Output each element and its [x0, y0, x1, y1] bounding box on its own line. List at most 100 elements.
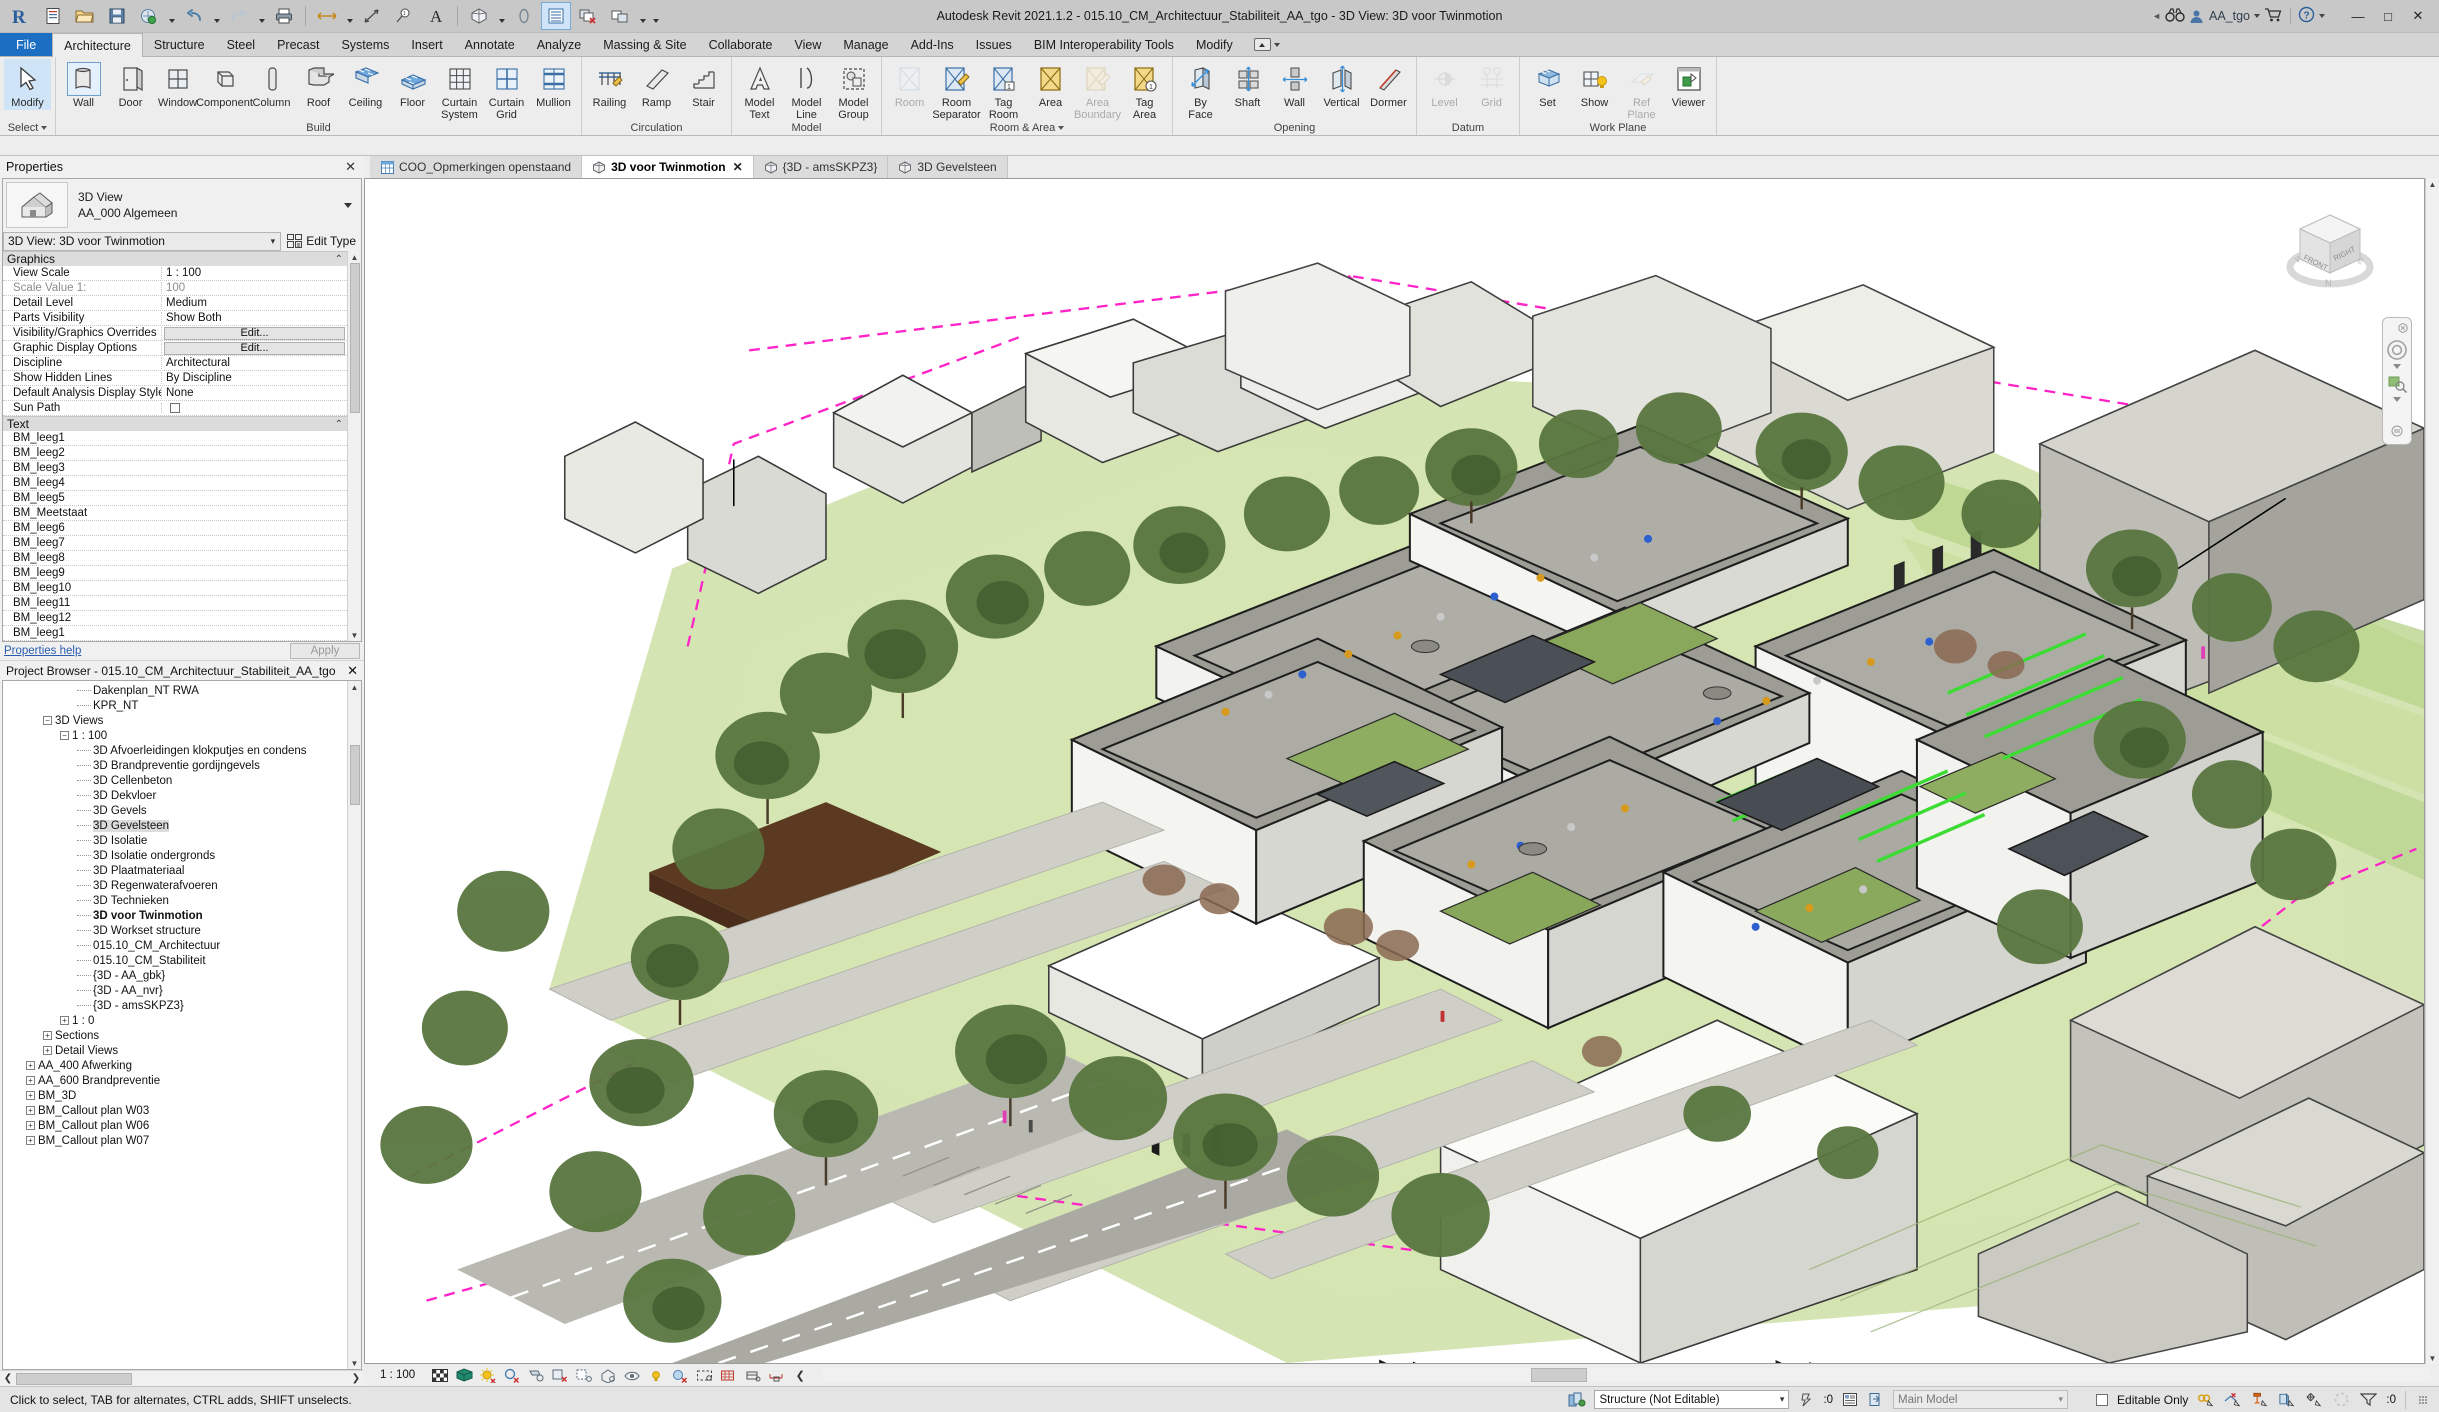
shaft-button[interactable]: Shaft: [1224, 59, 1271, 110]
constraints-visibility-icon[interactable]: [767, 1367, 785, 1383]
view-tab--3d-amsskpz3-[interactable]: {3D - amsSKPZ3}: [753, 156, 889, 178]
switch-windows-icon[interactable]: [605, 2, 635, 30]
view-tab-coo-opmerkingen-openstaand[interactable]: COO_Opmerkingen openstaand: [370, 156, 583, 178]
project-browser-node[interactable]: + BM_Callout plan W06: [3, 1118, 347, 1133]
project-browser-node[interactable]: + Sections: [3, 1028, 347, 1043]
drawing-canvas[interactable]: W E N FRONT RIGHT: [364, 178, 2425, 1364]
ribbon-tab-insert[interactable]: Insert: [400, 33, 453, 56]
close-hidden-windows-icon[interactable]: [573, 2, 603, 30]
door-button[interactable]: Door: [107, 59, 154, 110]
property-row[interactable]: Graphic Display Options Edit...: [3, 341, 347, 356]
3d-model-scene[interactable]: [365, 179, 2424, 1363]
property-row[interactable]: BM_leeg1: [3, 626, 347, 641]
pb-hscroll-track[interactable]: [16, 1372, 348, 1385]
project-browser-node[interactable]: 3D Technieken: [3, 893, 347, 908]
wall-opening-button[interactable]: Wall: [1271, 59, 1318, 110]
text-icon[interactable]: A: [421, 2, 451, 30]
view-scale-label[interactable]: 1 : 100: [380, 1369, 415, 1381]
project-browser-node[interactable]: 3D Plaatmateriaal: [3, 863, 347, 878]
3d-view-dropdown-icon[interactable]: [496, 2, 507, 30]
expand-node-icon[interactable]: +: [43, 1046, 52, 1055]
project-browser-node[interactable]: {3D - amsSKPZ3}: [3, 998, 347, 1013]
property-checkbox[interactable]: [170, 403, 180, 413]
project-browser-node[interactable]: + BM_Callout plan W03: [3, 1103, 347, 1118]
measure-icon[interactable]: [312, 2, 342, 30]
property-row[interactable]: Scale Value 1: 100: [3, 281, 347, 296]
view-tab-close-icon[interactable]: ✕: [733, 160, 743, 174]
property-row[interactable]: Discipline Architectural: [3, 356, 347, 371]
account-dropdown-icon[interactable]: [2254, 14, 2260, 18]
pb-scroll-up-icon[interactable]: ▲: [351, 681, 359, 693]
navbar-close-icon[interactable]: [2398, 322, 2408, 336]
steering-wheel-icon[interactable]: [2385, 338, 2409, 362]
project-browser-tree[interactable]: Dakenplan_NT RWA KPR_NT −3D Views −1 : 100 3…: [3, 681, 347, 1369]
drag-elements-icon[interactable]: [2305, 1392, 2323, 1408]
project-browser-node[interactable]: KPR_NT: [3, 698, 347, 713]
ribbon-tab-strip[interactable]: File Architecture Structure Steel Precast Sys…: [0, 33, 2439, 57]
default-3d-view-icon[interactable]: [464, 2, 494, 30]
constraints-icon[interactable]: [743, 1367, 761, 1383]
editable-only-checkbox[interactable]: [2096, 1393, 2109, 1406]
view-tab-strip[interactable]: COO_Opmerkingen openstaand 3D voor Twinmo…: [364, 156, 2439, 178]
project-browser-node[interactable]: 3D Afvoerleidingen klokputjes en condens: [3, 743, 347, 758]
apply-button[interactable]: Apply: [290, 643, 360, 659]
thin-lines-icon[interactable]: [541, 2, 571, 30]
project-browser-node[interactable]: +1 : 0: [3, 1013, 347, 1028]
ribbon-tab-view[interactable]: View: [784, 33, 833, 56]
pb-scroll-thumb[interactable]: [349, 745, 360, 805]
new-project-icon[interactable]: [38, 2, 68, 30]
type-selector-combobox[interactable]: 3D View: 3D voor Twinmotion ▾: [3, 231, 282, 251]
ribbon-tab-architecture[interactable]: Architecture: [52, 33, 143, 57]
detail-level-icon[interactable]: [431, 1367, 449, 1383]
pb-hscroll-left-icon[interactable]: ❮: [0, 1373, 16, 1384]
project-browser-node[interactable]: + BM_3D: [3, 1088, 347, 1103]
vertical-button[interactable]: Vertical: [1318, 59, 1365, 110]
ramp-button[interactable]: Ramp: [633, 59, 680, 110]
navigation-bar[interactable]: [2382, 317, 2412, 445]
property-value[interactable]: Show Both: [161, 312, 347, 324]
switch-windows-dropdown-icon[interactable]: [637, 2, 648, 30]
project-browser-hscrollbar[interactable]: ❮ ❯: [0, 1370, 364, 1386]
hide-crop-boundaries-icon[interactable]: [695, 1367, 713, 1383]
model-line-button[interactable]: Model Line: [783, 59, 830, 121]
properties-grid[interactable]: Graphics ⌃ View Scale 1 : 100 Scale Value 1:…: [3, 251, 347, 641]
property-row[interactable]: BM_leeg12: [3, 611, 347, 626]
property-row[interactable]: BM_leeg10: [3, 581, 347, 596]
view-cube[interactable]: W E N FRONT RIGHT: [2283, 207, 2378, 302]
project-browser-node[interactable]: −3D Views: [3, 713, 347, 728]
property-row[interactable]: BM_Meetstaat: [3, 506, 347, 521]
scroll-thumb[interactable]: [349, 263, 360, 413]
floor-button[interactable]: Floor: [389, 59, 436, 110]
ribbon-tab-structure[interactable]: Structure: [143, 33, 216, 56]
project-browser-node[interactable]: + BM_Callout plan W07: [3, 1133, 347, 1148]
component-button[interactable]: Component: [196, 59, 253, 110]
ribbon-tab-steel[interactable]: Steel: [216, 33, 267, 56]
panel-dropdown-icon[interactable]: [1058, 126, 1065, 130]
worksets-icon[interactable]: [1568, 1392, 1586, 1408]
property-section-header[interactable]: Graphics ⌃: [3, 251, 347, 266]
undo-dropdown-icon[interactable]: [211, 2, 222, 30]
redo-icon[interactable]: [224, 2, 254, 30]
curtain-system-button[interactable]: Curtain System: [436, 59, 483, 121]
room-separator-button[interactable]: Room Separator: [932, 59, 981, 121]
main-model-selector[interactable]: Main Model ▾: [1893, 1390, 2069, 1409]
property-row[interactable]: Default Analysis Display Style None: [3, 386, 347, 401]
shadows-icon[interactable]: [503, 1367, 521, 1383]
property-row[interactable]: Show Hidden Lines By Discipline: [3, 371, 347, 386]
pb-hscroll-thumb[interactable]: [16, 1372, 132, 1385]
ribbon-panel-strip[interactable]: Modify Select Wall Door Window Component Colum…: [0, 57, 2439, 136]
collapse-node-icon[interactable]: −: [60, 731, 69, 740]
tag-room-button[interactable]: 1 Tag Room: [980, 59, 1027, 121]
resize-grip[interactable]: [2419, 1395, 2427, 1404]
ribbon-tab-modify[interactable]: Modify: [1185, 33, 1244, 56]
canvas-horizontal-scrollbar[interactable]: [823, 1368, 2431, 1382]
sun-path-icon[interactable]: [479, 1367, 497, 1383]
ribbon-tab-annotate[interactable]: Annotate: [454, 33, 526, 56]
property-value[interactable]: Architectural: [161, 357, 347, 369]
save-icon[interactable]: [102, 2, 132, 30]
window-button[interactable]: Window: [154, 59, 201, 110]
ribbon-minimize-dropdown-icon[interactable]: [1273, 42, 1280, 47]
collapse-node-icon[interactable]: −: [43, 716, 52, 725]
search-binoculars-icon[interactable]: [2165, 7, 2185, 26]
project-browser-node[interactable]: {3D - AA_nvr}: [3, 983, 347, 998]
